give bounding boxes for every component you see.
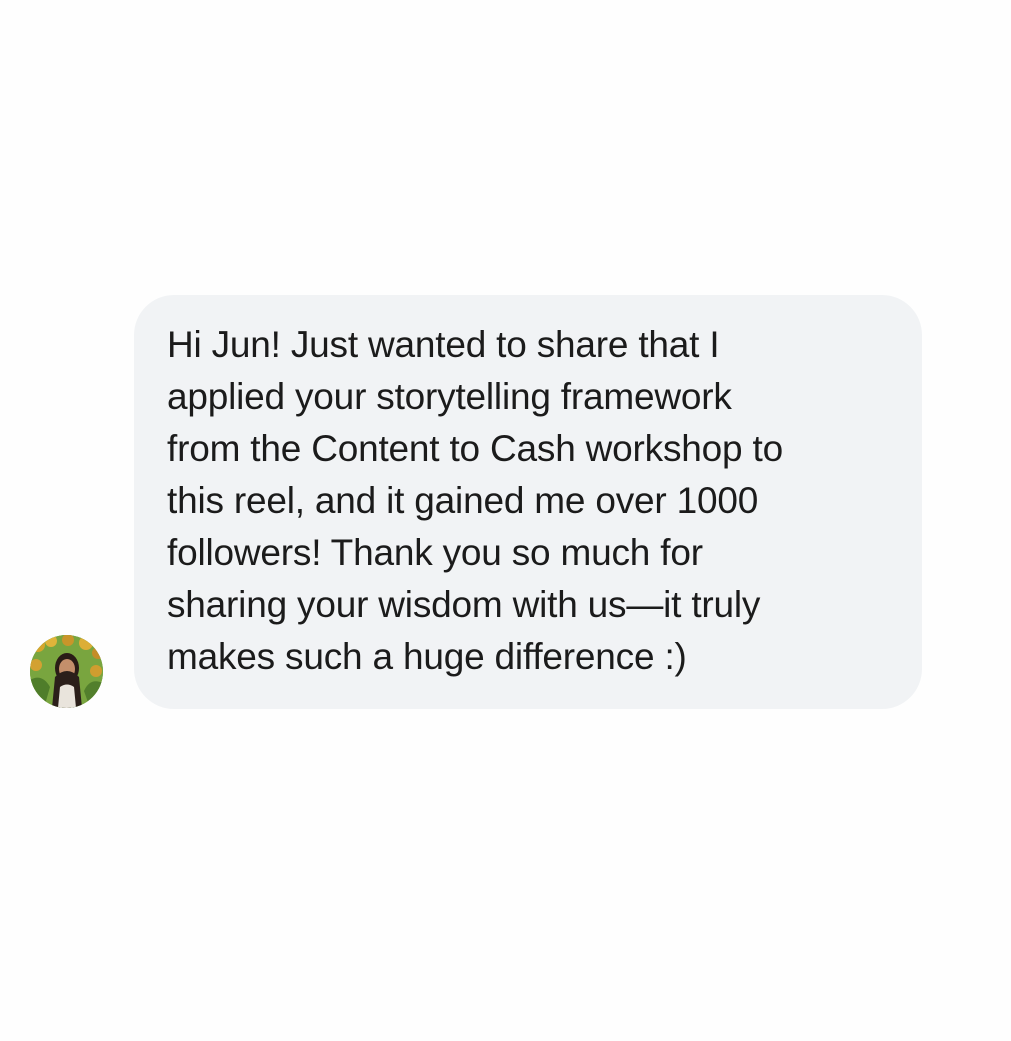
sender-avatar[interactable] bbox=[30, 635, 103, 708]
message-bubble[interactable]: Hi Jun! Just wanted to share that I appl… bbox=[134, 295, 922, 709]
message-text: Hi Jun! Just wanted to share that I appl… bbox=[167, 324, 783, 677]
message-thread: Hi Jun! Just wanted to share that I appl… bbox=[0, 0, 1011, 1041]
profile-photo-icon bbox=[30, 635, 103, 708]
